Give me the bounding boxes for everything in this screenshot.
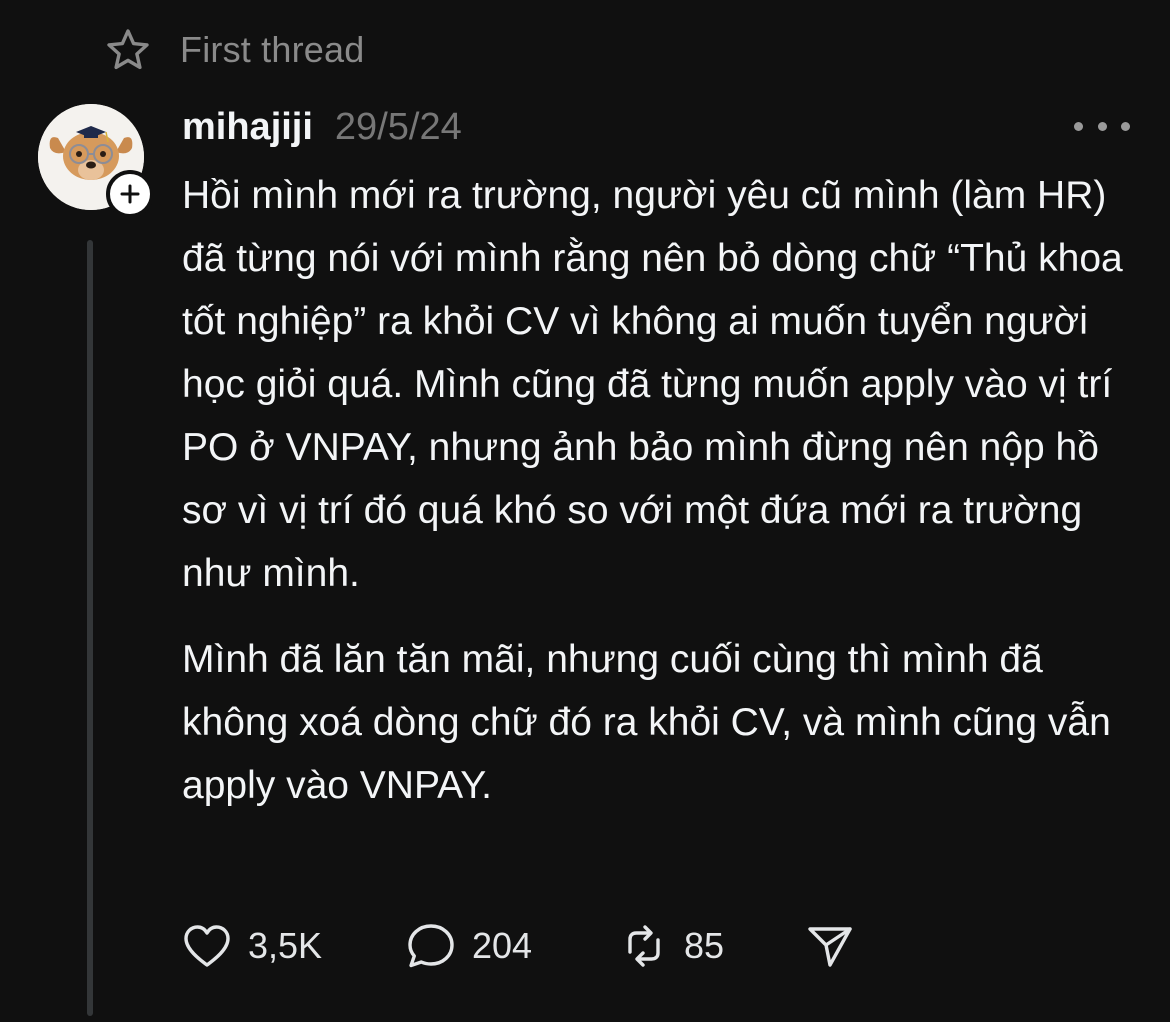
post-header: mihajiji 29/5/24 xyxy=(182,100,462,154)
send-icon xyxy=(808,927,852,967)
share-button[interactable] xyxy=(805,922,855,970)
post-body: Hồi mình mới ra trường, người yêu cũ mìn… xyxy=(182,164,1142,817)
more-dot-icon xyxy=(1097,121,1107,131)
thread-label-row: First thread xyxy=(104,24,364,76)
more-options-button[interactable] xyxy=(1074,108,1130,144)
like-count: 3,5K xyxy=(248,925,323,966)
follow-button[interactable] xyxy=(106,170,154,218)
thread-label: First thread xyxy=(180,29,365,70)
reply-count: 204 xyxy=(472,925,533,966)
repost-icon xyxy=(628,925,660,967)
repost-count: 85 xyxy=(684,925,725,966)
reply-button[interactable]: 204 xyxy=(406,922,620,970)
plus-icon xyxy=(120,184,140,204)
star-icon xyxy=(107,29,149,70)
like-button[interactable]: 3,5K xyxy=(182,923,406,969)
post-date: 29/5/24 xyxy=(334,105,462,148)
post-paragraph: Hồi mình mới ra trường, người yêu cũ mìn… xyxy=(182,174,1123,595)
comment-icon xyxy=(408,924,454,968)
more-dot-icon xyxy=(1074,121,1083,131)
repost-button[interactable]: 85 xyxy=(620,922,805,970)
post-paragraph: Mình đã lăn tăn mãi, nhưng cuối cùng thì… xyxy=(182,638,1111,807)
heart-icon xyxy=(184,925,230,967)
more-dot-icon xyxy=(1121,121,1130,131)
thread-line xyxy=(87,240,93,1016)
post-actions: 3,5K 204 85 xyxy=(182,918,855,974)
username[interactable]: mihajiji xyxy=(182,106,313,149)
